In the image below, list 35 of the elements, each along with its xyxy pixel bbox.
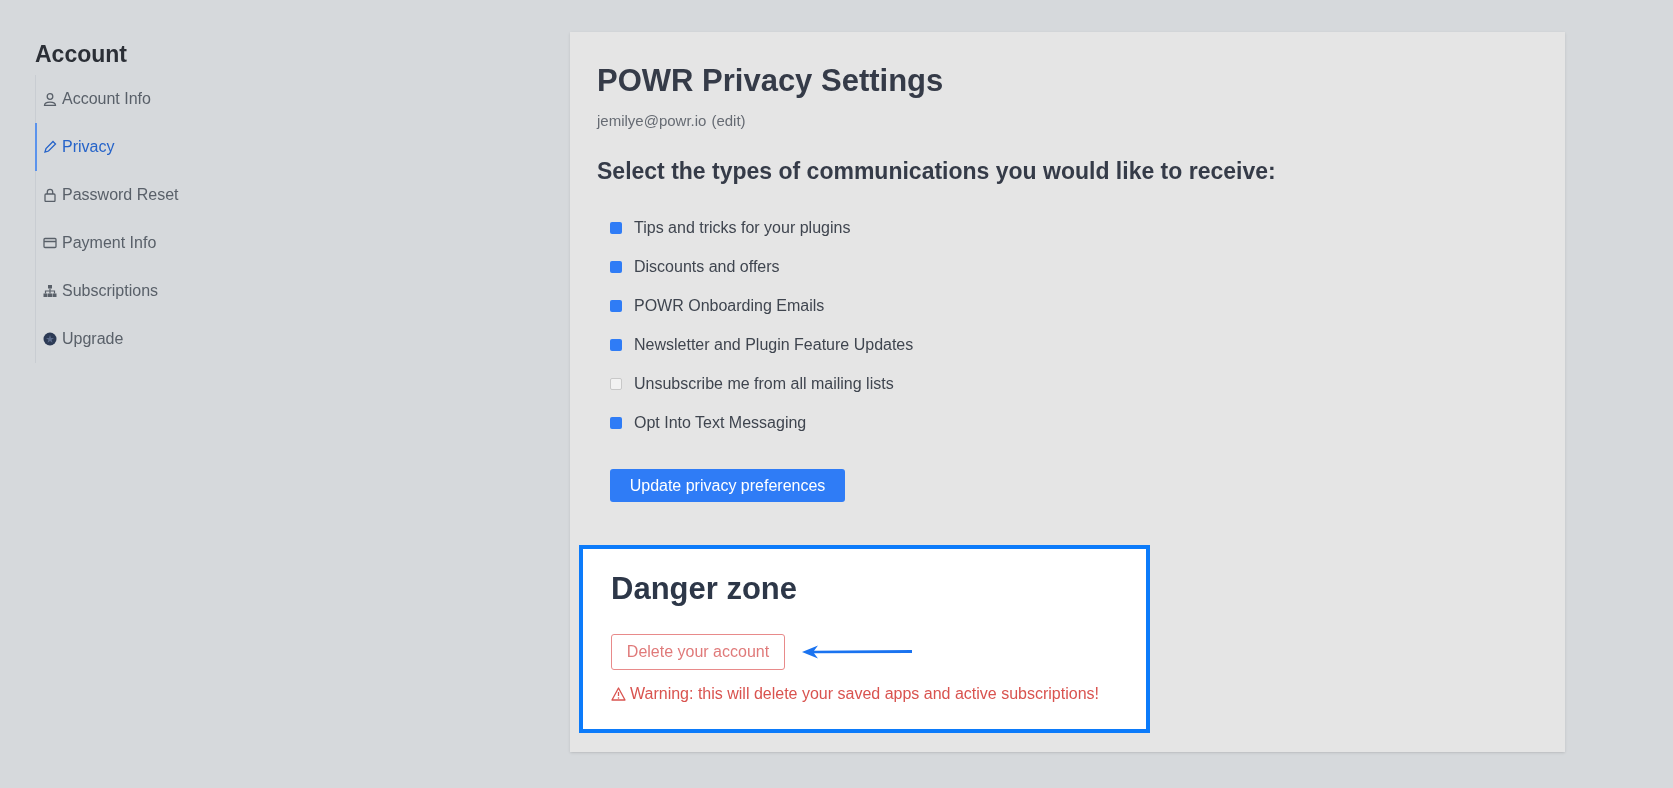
- warning-icon: [611, 687, 626, 701]
- checkbox[interactable]: [610, 416, 622, 429]
- sidebar-item[interactable]: Privacy: [35, 123, 115, 171]
- pencil-icon: [43, 140, 57, 154]
- sidebar-item[interactable]: Payment Info: [35, 219, 157, 267]
- edit-link[interactable]: (edit): [711, 112, 746, 130]
- option-label: Tips and tricks for your plugins: [634, 217, 851, 238]
- credit-card-icon: [43, 236, 57, 250]
- page-title: POWR Privacy Settings: [597, 63, 944, 99]
- checkbox[interactable]: [610, 377, 622, 390]
- sidebar-item[interactable]: Upgrade: [35, 315, 124, 363]
- option-label: POWR Onboarding Emails: [634, 295, 825, 316]
- warning-text: Warning: this will delete your saved apps and active subscriptions!: [630, 684, 1099, 704]
- sidebar-item[interactable]: Account Info: [35, 75, 151, 123]
- sitemap-icon: [43, 284, 57, 298]
- sidebar-heading: Account: [35, 41, 127, 68]
- option-label: Unsubscribe me from all mailing lists: [634, 373, 894, 394]
- checkbox[interactable]: [610, 221, 622, 234]
- user-icon: [43, 92, 57, 106]
- lock-icon: [43, 188, 57, 202]
- star-badge-icon: [43, 332, 57, 346]
- sidebar-item[interactable]: Password Reset: [35, 171, 179, 219]
- option-label: Newsletter and Plugin Feature Updates: [634, 334, 914, 355]
- option-label: Opt Into Text Messaging: [634, 412, 807, 433]
- option-label: Discounts and offers: [634, 256, 780, 277]
- account-email: jemilye@powr.io: [597, 112, 707, 130]
- section-heading: Select the types of communications you would like to receive:: [597, 157, 1276, 185]
- sidebar-item[interactable]: Subscriptions: [35, 267, 159, 315]
- checkbox[interactable]: [610, 338, 622, 351]
- delete-account-button[interactable]: Delete your account: [611, 634, 785, 670]
- update-preferences-button[interactable]: Update privacy preferences: [610, 469, 845, 502]
- danger-zone-heading: Danger zone: [611, 571, 798, 607]
- checkbox[interactable]: [610, 299, 622, 312]
- arrow-icon: [802, 645, 912, 659]
- checkbox[interactable]: [610, 260, 622, 273]
